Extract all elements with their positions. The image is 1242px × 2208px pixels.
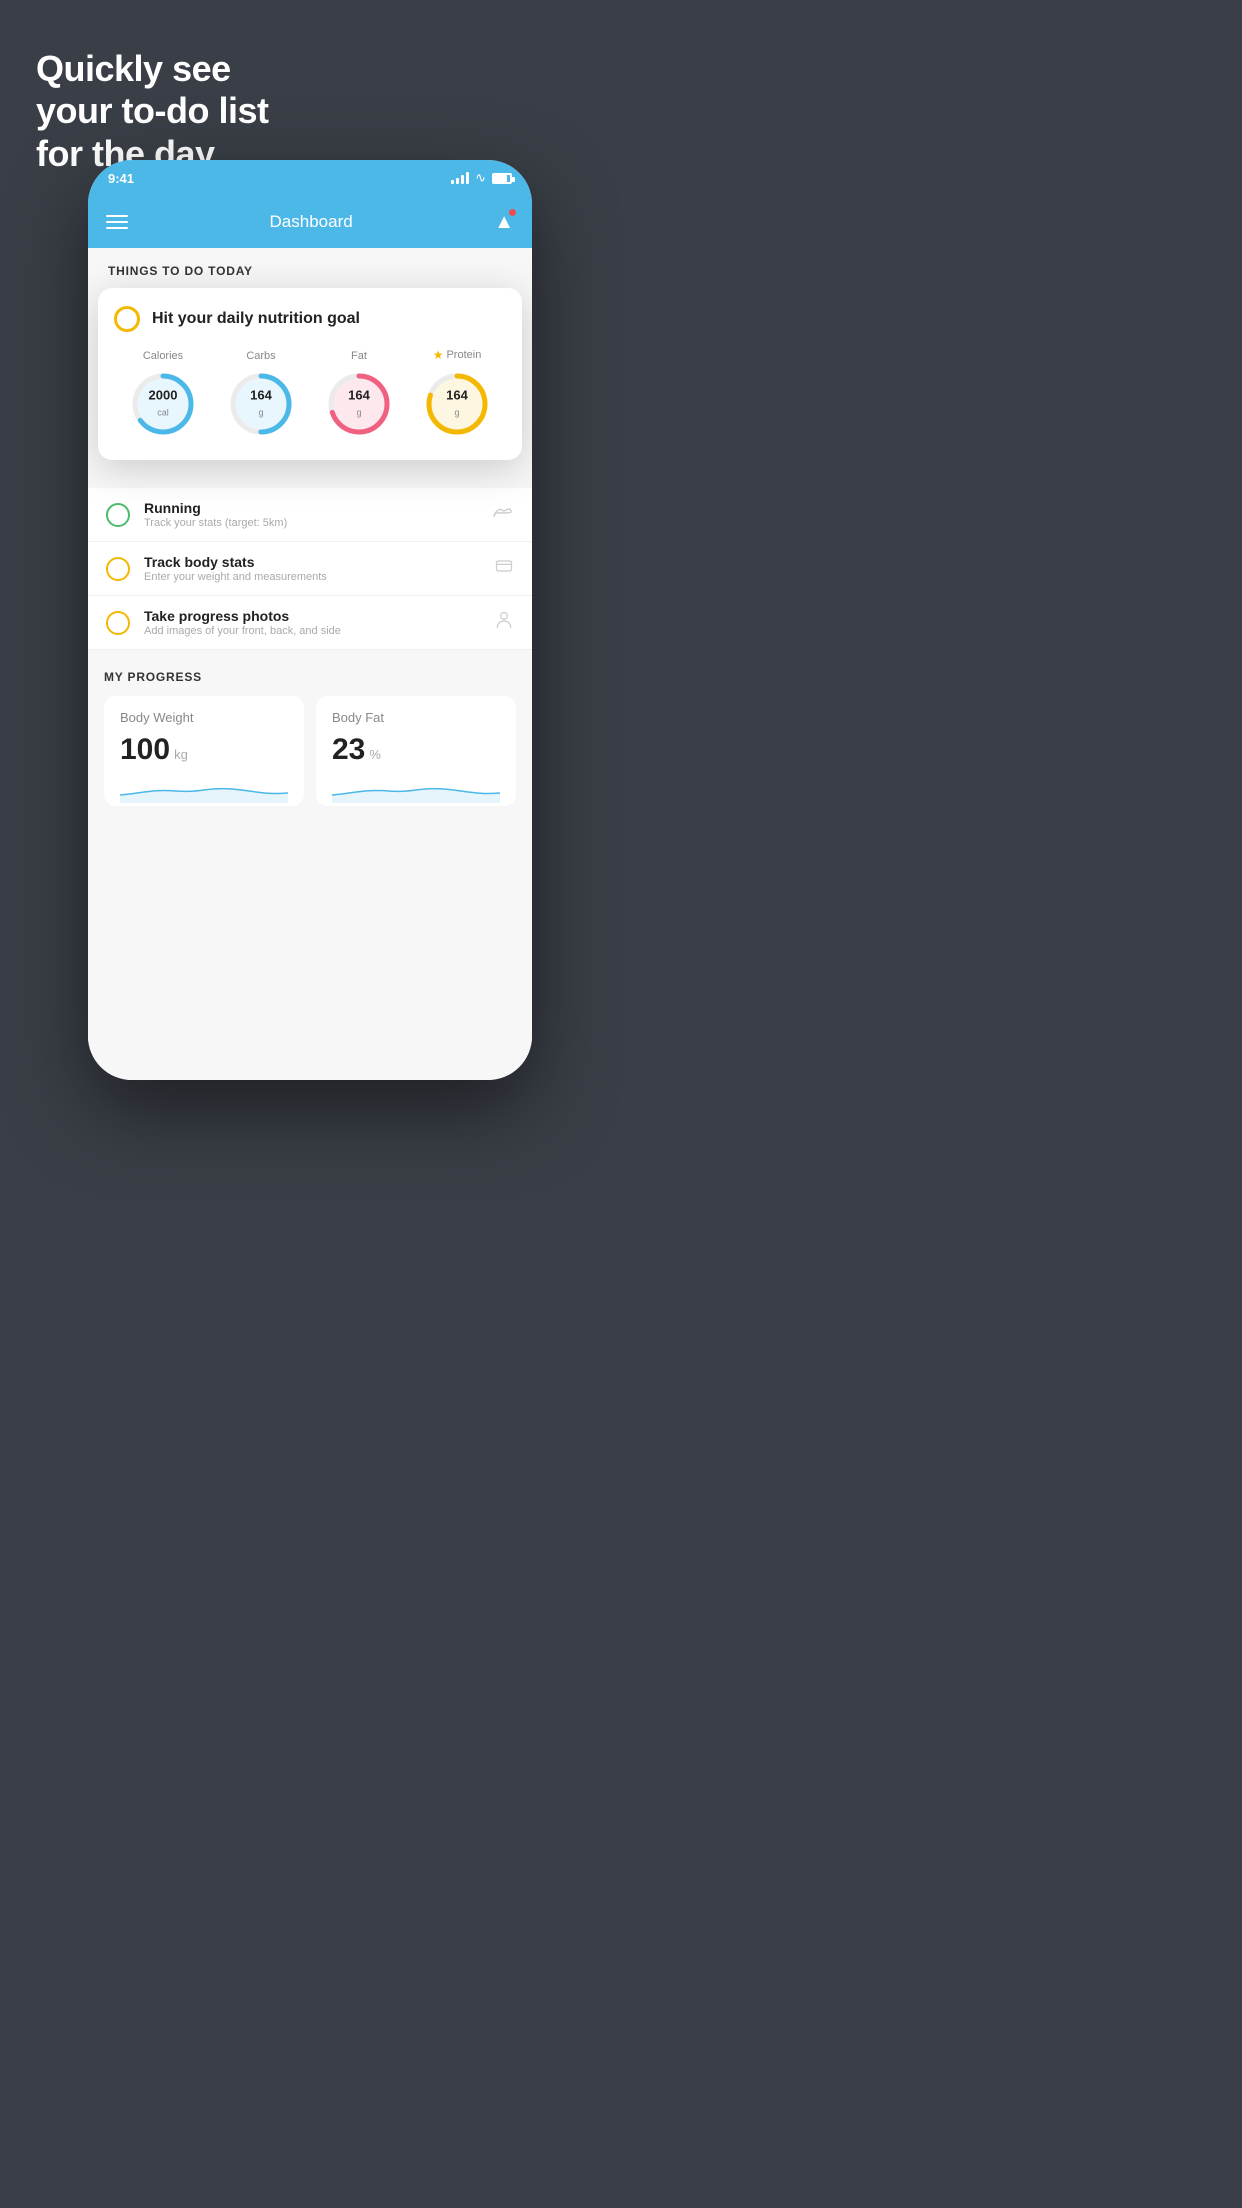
donut-value: 164 — [250, 388, 272, 403]
nutrition-item-calories: Calories 2000 cal — [127, 350, 199, 440]
phone-shell: 9:41 ∿ Dashboard ▲ — [88, 160, 532, 1080]
donut-center: 164 g — [348, 388, 370, 421]
todo-circle — [106, 557, 130, 581]
app-header: Dashboard ▲ — [88, 196, 532, 248]
donut-chart: 164 g — [225, 368, 297, 440]
nutrition-label: ★ Protein — [433, 348, 482, 362]
hero-text: Quickly see your to-do list for the day. — [36, 48, 268, 175]
donut-unit: g — [258, 408, 263, 418]
scale-icon — [494, 557, 514, 575]
todo-main-text: Take progress photos — [144, 608, 480, 624]
donut-value: 164 — [446, 388, 468, 403]
bell-button[interactable]: ▲ — [494, 211, 514, 234]
signal-icon — [451, 172, 469, 184]
todo-sub-text: Enter your weight and measurements — [144, 571, 480, 583]
person-icon — [494, 610, 514, 630]
donut-unit: cal — [157, 408, 169, 418]
todo-circle — [106, 503, 130, 527]
nutrition-item-fat: Fat 164 g — [323, 350, 395, 440]
progress-unit: kg — [174, 747, 188, 762]
donut-value: 2000 — [149, 388, 178, 403]
progress-value: 23 — [332, 733, 365, 767]
todo-action-icon — [494, 610, 514, 635]
todo-text: Track body stats Enter your weight and m… — [144, 554, 480, 583]
hamburger-button[interactable] — [106, 215, 128, 229]
nutrition-label: Calories — [143, 350, 183, 362]
todo-action-icon — [494, 557, 514, 580]
donut-value: 164 — [348, 388, 370, 403]
wifi-icon: ∿ — [475, 170, 486, 186]
progress-value-row: 23 % — [332, 733, 500, 767]
mini-chart — [332, 775, 500, 803]
todo-item[interactable]: Running Track your stats (target: 5km) — [88, 488, 532, 542]
todo-item[interactable]: Take progress photos Add images of your … — [88, 596, 532, 650]
mini-chart — [120, 775, 288, 803]
todo-circle — [106, 611, 130, 635]
status-icons: ∿ — [451, 170, 512, 186]
donut-chart: 2000 cal — [127, 368, 199, 440]
todo-main-text: Track body stats — [144, 554, 480, 570]
popup-header-row: Hit your daily nutrition goal — [114, 306, 506, 332]
todo-list: Running Track your stats (target: 5km) T… — [88, 488, 532, 650]
progress-cards: Body Weight 100 kg Body Fat 23 % — [104, 696, 516, 806]
shoe-icon — [492, 503, 514, 521]
progress-unit: % — [369, 747, 381, 762]
donut-unit: g — [454, 408, 459, 418]
todo-action-icon — [492, 503, 514, 526]
donut-chart: 164 g — [323, 368, 395, 440]
battery-icon — [492, 173, 512, 184]
progress-section: MY PROGRESS Body Weight 100 kg Body Fat … — [88, 650, 532, 816]
things-to-do-header: THINGS TO DO TODAY — [88, 248, 532, 288]
todo-main-text: Running — [144, 500, 478, 516]
todo-sub-text: Add images of your front, back, and side — [144, 625, 480, 637]
progress-card-title: Body Weight — [120, 710, 288, 725]
things-title: THINGS TO DO TODAY — [108, 264, 253, 278]
donut-unit: g — [356, 408, 361, 418]
phone-content: THINGS TO DO TODAY Hit your daily nutrit… — [88, 248, 532, 1080]
todo-sub-text: Track your stats (target: 5km) — [144, 517, 478, 529]
todo-text: Running Track your stats (target: 5km) — [144, 500, 478, 529]
progress-section-title: MY PROGRESS — [104, 670, 516, 684]
nutrition-item-carbs: Carbs 164 g — [225, 350, 297, 440]
progress-value-row: 100 kg — [120, 733, 288, 767]
status-bar: 9:41 ∿ — [88, 160, 532, 196]
progress-card[interactable]: Body Weight 100 kg — [104, 696, 304, 806]
notification-dot — [509, 209, 516, 216]
nutrition-label: Carbs — [246, 350, 275, 362]
donut-center: 2000 cal — [149, 388, 178, 421]
header-title: Dashboard — [270, 212, 353, 232]
popup-title: Hit your daily nutrition goal — [152, 310, 360, 328]
popup-circle-indicator — [114, 306, 140, 332]
nutrition-item-protein: ★ Protein 164 g — [421, 348, 493, 440]
todo-item[interactable]: Track body stats Enter your weight and m… — [88, 542, 532, 596]
progress-value: 100 — [120, 733, 170, 767]
donut-center: 164 g — [250, 388, 272, 421]
progress-card[interactable]: Body Fat 23 % — [316, 696, 516, 806]
nutrition-circles: Calories 2000 cal Carbs 164 g — [114, 348, 506, 440]
star-icon: ★ — [433, 348, 444, 362]
nutrition-popup-card[interactable]: Hit your daily nutrition goal Calories 2… — [98, 288, 522, 460]
donut-center: 164 g — [446, 388, 468, 421]
nutrition-label: Fat — [351, 350, 367, 362]
progress-card-title: Body Fat — [332, 710, 500, 725]
todo-text: Take progress photos Add images of your … — [144, 608, 480, 637]
phone-mockup: 9:41 ∿ Dashboard ▲ — [88, 160, 532, 1080]
status-time: 9:41 — [108, 171, 134, 186]
donut-chart: 164 g — [421, 368, 493, 440]
